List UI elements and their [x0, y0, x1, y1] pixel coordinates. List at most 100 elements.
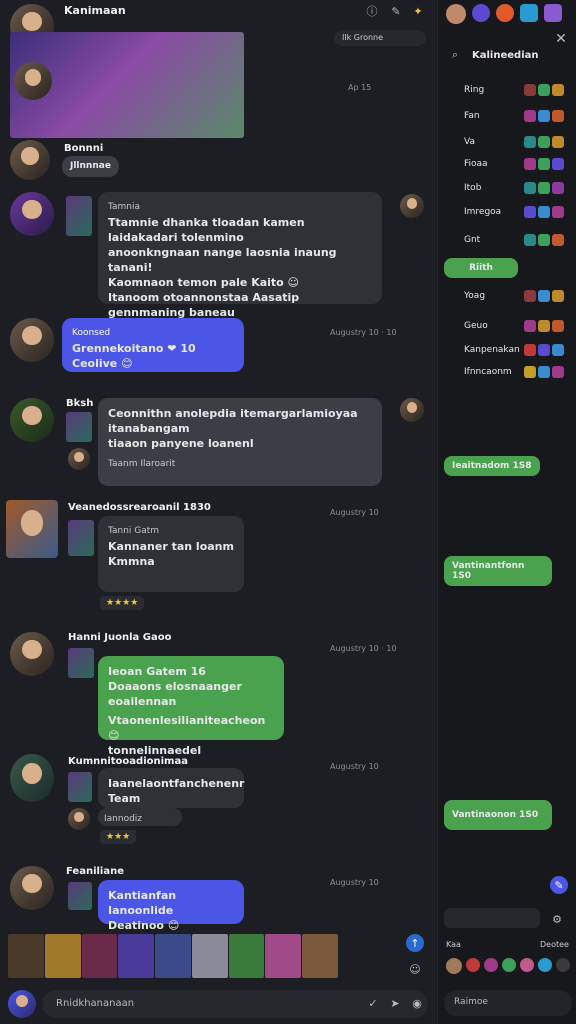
avatar[interactable] [10, 398, 54, 442]
game-card [66, 412, 92, 442]
sidebar-search-input[interactable]: Raimoe [444, 990, 572, 1016]
media-thumb[interactable] [228, 934, 265, 978]
message-text: Ceonnithn anolepdia itemargarlamioyaa it… [108, 407, 358, 435]
send-icon[interactable]: ➤ [388, 996, 402, 1010]
message-text: Kaomnaon temon pale Kaito ☺ [108, 276, 300, 289]
avatar[interactable] [446, 958, 462, 974]
settings-icon[interactable]: ⚙ [548, 910, 566, 928]
sidebar-item-label: Itob [464, 183, 482, 193]
message-text: Kannaner tan loanm [108, 540, 234, 553]
message-bubble: Iaanelaontfanchenenr Team [98, 768, 244, 808]
media-strip[interactable] [8, 934, 339, 978]
avatar[interactable] [400, 398, 424, 422]
emoji-icon[interactable]: ☺ [406, 960, 424, 978]
avatar[interactable] [10, 140, 50, 180]
sidebar-item[interactable]: Imregoa [448, 202, 570, 222]
reaction-icon[interactable] [556, 958, 570, 972]
input-placeholder: Rnidkhananaan [56, 998, 135, 1009]
sender-name: Kumnnitooadionimaa [68, 756, 188, 767]
sidebar-item-label: Ring [464, 85, 485, 95]
message-subtext: Taanm Ilaroarit [108, 459, 176, 469]
filter-dropdown[interactable]: Ilk Gronne [334, 30, 426, 46]
media-thumb[interactable] [8, 934, 44, 978]
avatar [14, 62, 52, 100]
profile-icon[interactable] [446, 4, 466, 24]
reaction-icon[interactable] [520, 958, 534, 972]
media-thumb[interactable] [265, 934, 302, 978]
compose-icon[interactable]: ✎ [550, 876, 568, 894]
message-text: tanani! [108, 261, 153, 274]
pill-label: Ieaitnadom 1S8 [452, 461, 532, 471]
sidebar-item[interactable]: Itob [448, 178, 570, 198]
close-icon[interactable]: ✕ [554, 31, 568, 47]
user-avatar[interactable] [8, 990, 36, 1018]
reaction-icon[interactable] [466, 958, 480, 972]
timestamp: Augustry 10 [330, 508, 379, 517]
sidebar-item[interactable]: Yoag [448, 286, 570, 306]
reaction-icon[interactable] [484, 958, 498, 972]
sidebar-item[interactable]: Fan [448, 106, 570, 126]
check-icon[interactable]: ✓ [366, 996, 380, 1010]
notification-pill[interactable]: Ieaitnadom 1S8 [444, 456, 540, 476]
game-card [68, 648, 94, 678]
star-icon[interactable]: ✦ [410, 4, 426, 18]
media-thumb[interactable] [191, 934, 228, 978]
message-text: Kantianfan Ianoonlide [108, 889, 177, 917]
game-card [66, 196, 92, 236]
avatar[interactable] [10, 754, 54, 802]
sidebar-item-active[interactable]: Riith [444, 258, 518, 278]
avatar[interactable] [10, 318, 54, 362]
message-text: Itanoom otoannonstaa Aasatip gennmaning … [108, 291, 300, 319]
sidebar-item[interactable]: Kanpenakan [448, 340, 570, 360]
mic-icon[interactable]: ◉ [410, 996, 424, 1010]
message-text: anoonkngnaan nange laosnia inaung [108, 246, 337, 259]
sender-name: Veanedossrearoanil 1830 [68, 502, 211, 513]
media-thumb[interactable] [302, 934, 339, 978]
timestamp: Augustry 10 [330, 762, 379, 771]
message-bubble: Ceonnithn anolepdia itemargarlamioyaa it… [98, 398, 382, 486]
message-text: Doaaons elosnaanger eoailennan [108, 680, 242, 708]
avatar[interactable] [10, 192, 54, 236]
avatar[interactable] [6, 500, 58, 558]
media-thumb[interactable] [155, 934, 191, 978]
reaction-icon[interactable] [538, 958, 552, 972]
sidebar-item[interactable]: Geuo [448, 316, 570, 336]
sidebar-title: Kalineedian [472, 50, 539, 61]
sidebar-item[interactable]: Va [448, 132, 570, 152]
rating-badge: ★★★★ [100, 596, 145, 610]
sidebar-item[interactable]: Ring [448, 80, 570, 100]
sidebar-item[interactable]: Fioaa [448, 154, 570, 174]
sidebar-item[interactable]: Ifnncaonm [448, 362, 570, 382]
media-thumb[interactable] [44, 934, 81, 978]
message-bubble: Tanni Gatm Kannaner tan loanm Kmmna [98, 516, 244, 592]
media-thumb[interactable] [81, 934, 118, 978]
timestamp: Augustry 10 · 10 [330, 644, 397, 653]
sidebar-item-label: Geuo [464, 321, 488, 331]
notification-pill[interactable]: Vantinantfonn 1S0 [444, 556, 552, 586]
sidebar-item-label: Kanpenakan [464, 345, 520, 355]
avatar[interactable] [10, 866, 54, 910]
sidebar-item[interactable]: Gnt [448, 230, 570, 250]
reaction-icon[interactable] [502, 958, 516, 972]
compass-icon[interactable] [472, 4, 490, 22]
rating-badge: ★★★ [100, 830, 137, 844]
notification-pill[interactable]: Vantinaonon 1S0 [444, 800, 552, 830]
chat-icon[interactable] [520, 4, 538, 22]
message-bubble: Kantianfan Ianoonlide Deatinoo 😊 [98, 880, 244, 932]
game-icon[interactable] [544, 4, 562, 22]
avatar[interactable] [400, 194, 424, 218]
message-text: Ceolive 😊 [72, 357, 133, 370]
search-icon[interactable]: ⌕ [448, 48, 462, 62]
info-icon[interactable]: ⓘ [364, 4, 380, 18]
sidebar-item-label: Yoag [464, 291, 486, 301]
sidebar-field[interactable] [444, 908, 540, 928]
message-bubble: Ieoan Gatem 16 Doaaons elosnaanger eoail… [98, 656, 284, 757]
fire-icon[interactable] [496, 4, 514, 22]
upload-icon[interactable]: ↑ [406, 934, 424, 952]
pin-icon[interactable]: ✎ [388, 4, 404, 18]
media-thumb[interactable] [118, 934, 155, 978]
pill-label: Vantinaonon 1S0 [452, 810, 539, 820]
message-text: Team [108, 792, 141, 805]
message-subbubble: Iannodiz Rdemd [98, 808, 182, 841]
avatar[interactable] [10, 632, 54, 676]
